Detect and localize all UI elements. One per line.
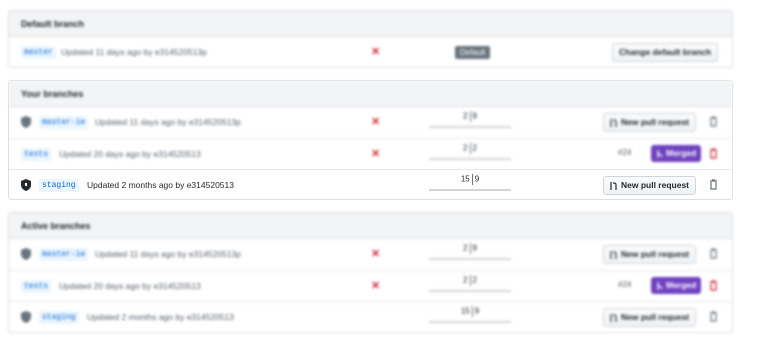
change-default-branch-button[interactable]: Change default branch: [612, 43, 719, 62]
branch-updated-text: Updated 11 days ago by e314520513p: [95, 117, 241, 127]
merged-badge: Merged: [651, 145, 702, 162]
branch-name-link[interactable]: staging: [39, 179, 79, 192]
new-pull-request-button[interactable]: New pull request: [603, 245, 697, 264]
branch-row: staging Updated 2 months ago by e3145205…: [9, 301, 732, 332]
pull-request-link[interactable]: #24: [618, 280, 631, 289]
default-branch-panel: Default branch master Updated 11 days ag…: [8, 10, 733, 68]
shield-icon: [21, 311, 31, 323]
branch-row: master-ie Updated 11 days ago by e314520…: [9, 239, 732, 270]
git-pull-request-icon: [610, 181, 617, 190]
shield-icon: [21, 248, 31, 260]
ahead-count: 2: [472, 143, 477, 153]
git-pull-request-icon: [610, 250, 617, 259]
default-badge: Default: [455, 46, 491, 59]
x-icon[interactable]: ✕: [371, 247, 380, 260]
panel-header: Active branches: [9, 213, 732, 239]
x-icon[interactable]: ✕: [371, 115, 380, 128]
trash-icon[interactable]: [709, 179, 718, 190]
branch-row: staging Updated 2 months ago by e3145205…: [9, 169, 732, 200]
new-pull-request-button[interactable]: New pull request: [603, 308, 697, 327]
x-icon[interactable]: ✕: [371, 147, 380, 160]
branch-updated-text: Updated 2 months ago by e314520513: [87, 180, 234, 190]
behind-count: 2: [463, 243, 468, 253]
panel-header: Default branch: [9, 11, 732, 37]
behind-count: 15: [460, 174, 470, 184]
branch-row: tests Updated 20 days ago by e314520513 …: [9, 138, 732, 169]
merged-label: Merged: [666, 148, 697, 158]
ahead-count: 9: [472, 111, 477, 121]
branch-name-link[interactable]: master: [21, 46, 56, 59]
trash-icon[interactable]: [709, 280, 718, 291]
button-label: New pull request: [621, 312, 690, 322]
new-pull-request-button[interactable]: New pull request: [603, 113, 697, 132]
behind-count: 15: [460, 306, 470, 316]
active-branches-panel: Active branches master-ie Updated 11 day…: [8, 212, 733, 333]
ahead-behind-indicator: 22: [429, 275, 511, 295]
branch-row: master-ie Updated 11 days ago by e314520…: [9, 107, 732, 138]
behind-count: 2: [463, 111, 468, 121]
branch-name-link[interactable]: master-ie: [39, 116, 89, 129]
ahead-count: 9: [474, 174, 480, 184]
branch-name-link[interactable]: staging: [39, 311, 79, 324]
behind-count: 2: [463, 275, 468, 285]
trash-icon[interactable]: [709, 311, 718, 322]
branch-row: master Updated 11 days ago by e314520513…: [9, 37, 732, 68]
trash-icon[interactable]: [709, 248, 718, 259]
branch-name-link[interactable]: master-ie: [39, 248, 89, 261]
ahead-behind-indicator: 29: [429, 111, 511, 131]
ahead-behind-indicator: 15 9: [429, 306, 511, 326]
shield-icon: [21, 179, 31, 191]
git-merge-icon: [657, 281, 663, 290]
ahead-count: 9: [472, 243, 477, 253]
x-icon[interactable]: ✕: [371, 279, 380, 292]
panel-header: Your branches: [9, 81, 732, 107]
behind-count: 2: [463, 143, 468, 153]
pull-request-link[interactable]: #24: [618, 148, 631, 157]
trash-icon[interactable]: [709, 116, 718, 127]
new-pull-request-button[interactable]: New pull request: [603, 176, 697, 195]
branch-updated-text: Updated 2 months ago by e314520513: [87, 312, 234, 322]
button-label: New pull request: [621, 249, 690, 259]
branch-row: tests Updated 20 days ago by e314520513 …: [9, 270, 732, 301]
ahead-count: 9: [474, 306, 480, 316]
git-pull-request-icon: [610, 118, 617, 127]
branch-updated-text: Updated 11 days ago by e314520513p: [95, 249, 241, 259]
git-merge-icon: [657, 149, 663, 158]
ahead-behind-indicator: 29: [429, 243, 511, 263]
merged-badge: Merged: [651, 277, 702, 294]
x-icon[interactable]: ✕: [371, 45, 380, 58]
branch-name-link[interactable]: tests: [21, 280, 52, 293]
ahead-behind-indicator: 15 9: [429, 174, 511, 194]
trash-icon[interactable]: [709, 148, 718, 159]
branch-updated-text: Updated 11 days ago by e314520513p: [61, 47, 207, 57]
your-branches-panel: Your branches master-ie Updated 11 days …: [8, 80, 733, 200]
ahead-count: 2: [472, 275, 477, 285]
shield-icon: [21, 116, 31, 128]
branch-updated-text: Updated 20 days ago by e314520513: [59, 281, 201, 291]
ahead-behind-indicator: 22: [429, 143, 511, 163]
git-pull-request-icon: [610, 313, 617, 322]
branch-name-link[interactable]: tests: [21, 148, 52, 161]
button-label: New pull request: [621, 180, 690, 190]
button-label: New pull request: [621, 117, 690, 127]
branch-updated-text: Updated 20 days ago by e314520513: [59, 149, 201, 159]
merged-label: Merged: [666, 280, 697, 290]
